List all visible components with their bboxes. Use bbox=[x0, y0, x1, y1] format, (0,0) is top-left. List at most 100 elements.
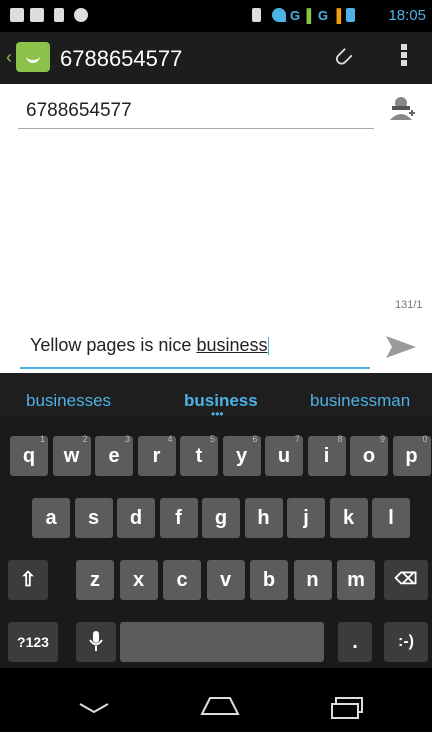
key-i[interactable]: i8 bbox=[307, 434, 346, 476]
key-d[interactable]: d bbox=[117, 498, 155, 538]
key-p[interactable]: p0 bbox=[392, 434, 431, 476]
key-n[interactable]: n bbox=[293, 560, 332, 600]
key-h[interactable]: h bbox=[244, 498, 283, 538]
key-l[interactable]: l bbox=[372, 498, 410, 538]
notification-icon bbox=[10, 8, 24, 22]
key-label: b bbox=[262, 569, 276, 591]
key-label: d bbox=[129, 507, 143, 529]
key-o[interactable]: o9 bbox=[350, 434, 388, 476]
key-label: g bbox=[214, 507, 228, 529]
key-b[interactable]: b bbox=[250, 560, 288, 600]
key-label: m bbox=[347, 569, 365, 591]
key-hint: 8 bbox=[337, 434, 343, 444]
key-hint: 7 bbox=[294, 434, 300, 444]
more-suggestions-icon[interactable]: ••• bbox=[211, 407, 224, 421]
send-icon[interactable] bbox=[384, 330, 418, 364]
emoji-key[interactable]: :-) bbox=[384, 622, 428, 662]
signal-icon: ▐ bbox=[332, 8, 342, 23]
key-hint: 0 bbox=[422, 434, 428, 444]
key-f[interactable]: f bbox=[159, 498, 198, 538]
backspace-key[interactable]: ⌫ bbox=[384, 560, 428, 600]
overflow-menu-icon[interactable] bbox=[400, 42, 408, 70]
key-q[interactable]: q1 bbox=[10, 434, 48, 476]
home-icon[interactable] bbox=[200, 694, 240, 723]
recents-icon[interactable] bbox=[330, 696, 364, 725]
key-e[interactable]: e3 bbox=[95, 434, 133, 476]
key-label: r bbox=[152, 445, 161, 467]
wifi-icon bbox=[272, 8, 286, 22]
key-label: x bbox=[132, 569, 145, 591]
key-c[interactable]: c bbox=[163, 560, 201, 600]
key-j[interactable]: j bbox=[287, 498, 325, 538]
key-label: h bbox=[257, 507, 270, 529]
notification-icon bbox=[30, 8, 44, 22]
key-label: j bbox=[303, 507, 309, 529]
key-label: k bbox=[342, 507, 355, 529]
key-s[interactable]: s bbox=[74, 498, 113, 538]
key-label: v bbox=[219, 569, 232, 591]
back-icon[interactable] bbox=[78, 700, 110, 721]
key-label: i bbox=[323, 445, 330, 467]
suggestion-item[interactable]: businessman bbox=[310, 391, 410, 411]
android-icon bbox=[74, 8, 88, 22]
key-z[interactable]: z bbox=[76, 560, 114, 600]
composing-word: business bbox=[196, 335, 268, 355]
key-m[interactable]: m bbox=[337, 560, 375, 600]
key-hint: 9 bbox=[379, 434, 385, 444]
key-k[interactable]: k bbox=[329, 498, 368, 538]
usb-icon bbox=[54, 8, 64, 22]
key-t[interactable]: t5 bbox=[180, 434, 218, 476]
messaging-smiley-icon[interactable] bbox=[16, 42, 50, 72]
space-bar[interactable] bbox=[120, 622, 324, 662]
key-label: o bbox=[362, 445, 376, 467]
key-label: f bbox=[175, 507, 182, 529]
key-y[interactable]: y6 bbox=[222, 434, 261, 476]
key-hint: 4 bbox=[167, 434, 173, 444]
microphone-icon[interactable] bbox=[76, 622, 116, 662]
shift-key[interactable]: ⇧ bbox=[8, 560, 48, 600]
key-label: q bbox=[22, 445, 36, 467]
suggestion-item[interactable]: businesses bbox=[26, 391, 111, 411]
key-label: y bbox=[235, 445, 248, 467]
chevron-left-icon[interactable]: ‹ bbox=[6, 47, 12, 68]
battery-icon bbox=[346, 8, 355, 22]
key-label: n bbox=[306, 569, 319, 591]
key-label: e bbox=[108, 445, 120, 467]
key-label: t bbox=[195, 445, 203, 467]
text-cursor bbox=[267, 337, 269, 356]
status-bar: G ▐ G ▐ 18:05 bbox=[0, 0, 432, 32]
key-label: p bbox=[405, 445, 418, 467]
key-label: z bbox=[90, 569, 100, 591]
key-label: s bbox=[87, 507, 100, 529]
key-a[interactable]: a bbox=[32, 498, 70, 538]
clock: 18:05 bbox=[388, 7, 426, 24]
character-counter: 131/1 bbox=[395, 299, 423, 311]
key-v[interactable]: v bbox=[206, 560, 245, 600]
key-x[interactable]: x bbox=[119, 560, 158, 600]
add-contact-icon[interactable] bbox=[390, 96, 416, 122]
signal-icon: ▐ bbox=[302, 8, 312, 23]
network-type-2: G bbox=[318, 8, 329, 23]
key-hint: 1 bbox=[39, 434, 45, 444]
key-hint: 3 bbox=[124, 434, 130, 444]
key-label: u bbox=[277, 445, 291, 467]
conversation-title: 6788654577 bbox=[60, 46, 183, 71]
symbols-key[interactable]: ?123 bbox=[8, 622, 58, 662]
message-text: Yellow pages is nice bbox=[30, 335, 197, 355]
key-label: w bbox=[63, 445, 80, 467]
key-g[interactable]: g bbox=[202, 498, 240, 538]
key-hint: 6 bbox=[252, 434, 258, 444]
period-key[interactable]: . bbox=[338, 622, 372, 662]
key-hint: 2 bbox=[82, 434, 88, 444]
network-type-1: G bbox=[290, 8, 301, 23]
key-label: l bbox=[388, 507, 394, 529]
key-label: c bbox=[176, 569, 188, 591]
key-w[interactable]: w2 bbox=[52, 434, 91, 476]
key-hint: 5 bbox=[209, 434, 215, 444]
message-input[interactable]: Yellow pages is nice business bbox=[20, 335, 370, 369]
key-r[interactable]: r4 bbox=[137, 434, 176, 476]
key-label: a bbox=[45, 507, 57, 529]
recipient-field[interactable]: 6788654577 bbox=[18, 100, 374, 129]
key-u[interactable]: u7 bbox=[265, 434, 303, 476]
battery-small-icon bbox=[252, 8, 261, 22]
